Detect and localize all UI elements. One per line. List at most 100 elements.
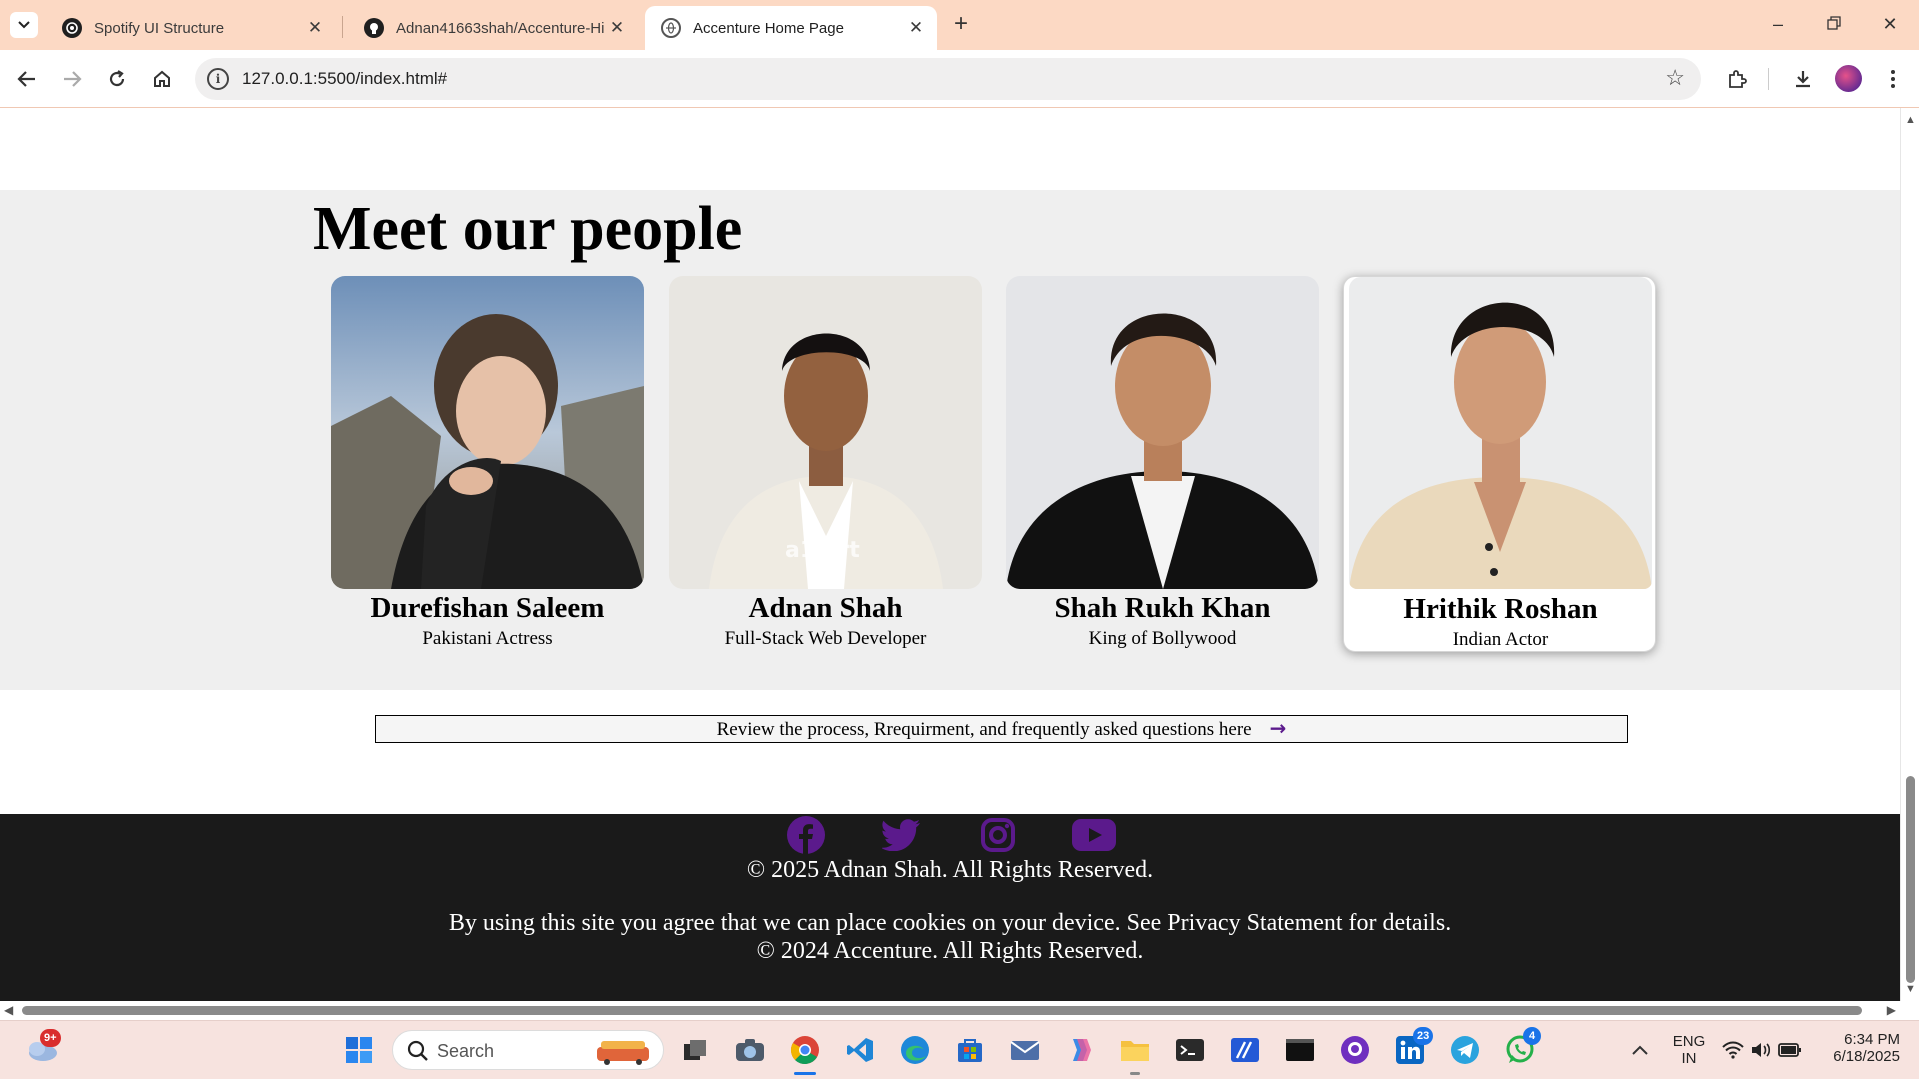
chrome-icon [791,1036,819,1065]
back-button[interactable] [12,64,42,94]
vertical-scrollbar[interactable]: ▲ ▼ [1900,108,1919,1001]
telegram-app[interactable] [1448,1033,1482,1067]
person-photo [331,276,644,589]
new-tab-button[interactable]: + [948,12,974,38]
cmd-app[interactable] [1283,1033,1317,1067]
person-role: King of Bollywood [1088,628,1237,649]
scrollbar-thumb[interactable] [22,1006,1862,1015]
terminal-app[interactable] [1173,1033,1207,1067]
youtube-icon [1072,819,1116,851]
twitter-link[interactable] [874,816,930,854]
instagram-icon [981,818,1015,852]
tab-github-repo[interactable]: Adnan41663shah/Accenture-Hi ✕ [348,6,638,50]
reload-button[interactable] [102,64,132,94]
task-view-icon [684,1040,706,1060]
powerautomate-app[interactable] [1228,1033,1262,1067]
footer-cookie-notice: By using this site you agree that we can… [448,910,1452,936]
page-viewport: Meet our people Durefishan Saleem Pakist… [0,108,1900,1001]
close-icon[interactable]: ✕ [907,18,925,38]
facebook-icon [787,816,825,854]
scrollbar-thumb[interactable] [1906,776,1915,983]
scroll-left-arrow-icon[interactable]: ◀ [4,1003,13,1017]
extensions-button[interactable] [1722,64,1752,94]
person-card-shah-rukh-khan[interactable]: Shah Rukh Khan King of Bollywood [1006,276,1319,652]
quick-settings-button[interactable] [1722,1033,1802,1067]
whatsapp-app[interactable]: 4 [1503,1027,1541,1067]
github-favicon-icon [364,18,384,38]
show-hidden-icons-button[interactable] [1623,1033,1657,1067]
close-window-button[interactable]: ✕ [1870,10,1910,38]
instagram-link[interactable] [970,816,1026,854]
copilot-app[interactable] [1063,1033,1097,1067]
mail-app[interactable] [1008,1033,1042,1067]
scroll-right-arrow-icon[interactable]: ▶ [1887,1003,1896,1017]
linkedin-app[interactable]: 23 [1393,1027,1434,1067]
person-card-adnan[interactable]: a1.art Adnan Shah Full-Stack Web Develop… [669,276,982,652]
downloads-button[interactable] [1788,64,1818,94]
camera-app[interactable] [733,1033,767,1067]
site-footer: © 2025 Adnan Shah. All Rights Reserved. … [0,814,1900,1001]
input-language[interactable]: ENG IN [1666,1033,1712,1067]
home-button[interactable] [147,64,177,94]
person-role: Full-Stack Web Developer [724,628,927,649]
horizontal-scrollbar[interactable]: ◀ ▶ [0,1001,1900,1020]
search-highlight-icon [597,1041,649,1065]
youtube-link[interactable] [1066,816,1122,854]
browser-tab-strip: Spotify UI Structure ✕ Adnan41663shah/Ac… [0,0,1919,50]
faq-link-bar[interactable]: Review the process, Rrequirment, and fre… [375,715,1628,743]
tab-search-button[interactable] [10,12,38,38]
person-name: Durefishan Saleem [370,592,605,624]
close-icon[interactable]: ✕ [608,18,626,38]
person-card-hrithik-roshan[interactable]: Hrithik Roshan Indian Actor [1343,276,1656,652]
edge-app[interactable] [898,1033,932,1067]
taskbar-search[interactable]: Search [392,1030,664,1070]
edge-icon [901,1036,929,1064]
clock[interactable]: 6:34 PM 6/18/2025 [1820,1031,1900,1065]
store-icon [958,1039,982,1062]
chevron-up-icon [1632,1045,1648,1055]
linkedin-badge: 23 [1413,1027,1434,1045]
facebook-link[interactable] [778,816,834,854]
profile-avatar[interactable] [1835,65,1862,92]
browser-toolbar: i 127.0.0.1:5500/index.html# ☆ [0,50,1919,108]
search-placeholder: Search [437,1041,495,1061]
chevron-down-icon [18,21,30,29]
github-desktop-app[interactable] [1338,1033,1372,1067]
section-heading: Meet our people [313,195,743,263]
tab-title: Spotify UI Structure [94,19,225,37]
region-code: IN [1681,1050,1697,1067]
bookmark-star-icon[interactable]: ☆ [1665,65,1685,91]
whatsapp-badge: 4 [1523,1027,1541,1045]
more-vertical-icon [1891,70,1895,88]
globe-icon [661,18,681,38]
clock-time: 6:34 PM [1844,1031,1900,1048]
scroll-down-arrow-icon[interactable]: ▼ [1905,983,1916,995]
tab-spotify-ui[interactable]: Spotify UI Structure ✕ [46,6,336,50]
scroll-up-arrow-icon[interactable]: ▲ [1905,114,1916,126]
site-info-icon[interactable]: i [207,68,229,90]
url-text[interactable]: 127.0.0.1:5500/index.html# [242,69,447,89]
chrome-app[interactable] [788,1033,822,1075]
person-photo: a1.art [669,276,982,589]
person-photo [1349,277,1652,589]
faq-link-text: Review the process, Rrequirment, and fre… [716,719,1252,740]
tab-separator [342,16,343,38]
tab-accenture-home[interactable]: Accenture Home Page ✕ [645,6,937,50]
address-bar[interactable]: i 127.0.0.1:5500/index.html# ☆ [195,58,1701,100]
person-photo [1006,276,1319,589]
file-explorer-app[interactable] [1118,1033,1152,1075]
task-view-button[interactable] [678,1033,712,1067]
minimize-button[interactable]: – [1758,10,1798,38]
store-app[interactable] [953,1033,987,1067]
start-button[interactable] [342,1033,376,1067]
language-code: ENG [1672,1033,1706,1050]
windows-logo-icon [346,1037,372,1063]
browser-menu-button[interactable] [1878,64,1908,94]
close-icon[interactable]: ✕ [306,18,324,38]
vscode-app[interactable] [843,1033,877,1067]
person-card-durefishan[interactable]: Durefishan Saleem Pakistani Actress [331,276,644,652]
weather-widget[interactable]: 9+ [22,1029,62,1067]
restore-button[interactable] [1814,10,1854,38]
twitter-icon [882,819,920,851]
forward-button[interactable] [57,64,87,94]
